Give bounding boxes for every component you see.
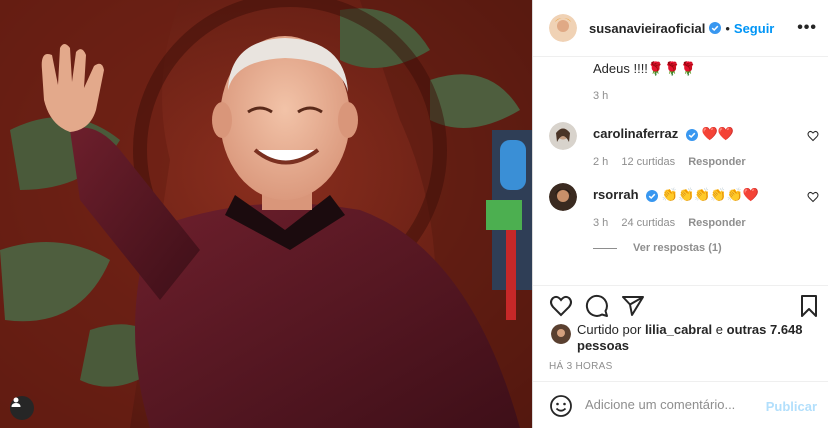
post-photo[interactable] [0,0,532,428]
comment-item: carolinaferraz ❤️❤️ 2 h 12 curtidas Resp… [549,122,819,172]
comment-username[interactable]: carolinaferraz [593,126,678,141]
bookmark-icon[interactable] [797,294,821,318]
reply-button[interactable]: Responder [688,217,745,229]
heart-icon[interactable] [807,191,819,203]
follow-button[interactable]: Seguir [734,21,774,36]
user-tag-icon[interactable] [10,396,34,420]
comment-text: ❤️❤️ [701,126,734,141]
comment-avatar[interactable] [549,183,577,211]
more-options-icon[interactable]: ••• [797,19,817,37]
comment-icon[interactable] [585,294,609,318]
post-timestamp[interactable]: HÁ 3 HORAS [549,361,613,372]
liker-avatar[interactable] [551,324,571,344]
comment-text: 👏👏👏👏👏❤️ [661,187,759,202]
likes-prefix: Curtido por [577,322,642,337]
paper-plane-icon[interactable] [621,294,645,318]
comment-item: rsorrah 👏👏👏👏👏❤️ 3 h 24 curtidas Responde… [549,183,819,233]
post-side-panel: susanavieiraoficial • Seguir ••• Adeus !… [532,0,828,428]
comment-username[interactable]: rsorrah [593,187,639,202]
post-author-username[interactable]: susanavieiraoficial [589,21,705,36]
publish-button[interactable]: Publicar [766,399,817,414]
caption-time: 3 h [593,90,609,102]
verified-badge-icon [709,22,722,34]
verified-badge-icon [646,189,659,202]
add-comment-bar: Publicar [533,381,828,428]
view-replies-button[interactable]: Ver respostas (1) [593,242,722,254]
reply-button[interactable]: Responder [688,156,745,168]
liker-username[interactable]: lilia_cabral [645,322,712,337]
avatar[interactable] [549,14,577,42]
heart-icon[interactable] [807,130,819,142]
caption-text: Adeus !!!!🌹🌹🌹 [593,61,697,76]
comments-list: Adeus !!!!🌹🌹🌹 3 h carolinaferraz ❤️❤️ 2 … [533,57,828,285]
comment-likes[interactable]: 24 curtidas [621,217,675,229]
comment-input[interactable] [585,397,755,412]
likes-summary: Curtido por lilia_cabral e outras 7.648 … [549,322,819,354]
post-header: susanavieiraoficial • Seguir ••• [533,0,828,57]
smiley-icon[interactable] [549,394,573,418]
comment-likes[interactable]: 12 curtidas [621,156,675,168]
action-bar [533,285,828,325]
comment-time[interactable]: 3 h [593,217,608,229]
likes-conj: e [715,322,724,337]
comment-avatar[interactable] [549,122,577,150]
heart-icon[interactable] [549,294,573,318]
comment-time[interactable]: 2 h [593,156,608,168]
verified-badge-icon [685,128,698,141]
separator-dot: • [725,20,730,36]
post-image [0,0,532,428]
